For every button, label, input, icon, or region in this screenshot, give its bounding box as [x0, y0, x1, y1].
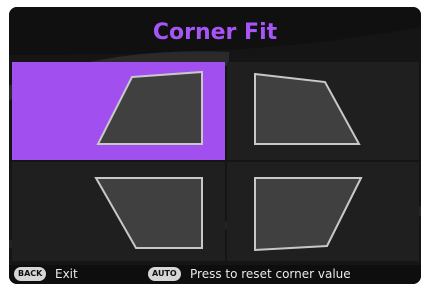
- corner-top-right[interactable]: [227, 62, 419, 160]
- page-title: Corner Fit: [152, 20, 278, 45]
- reset-hint-label: Press to reset corner value: [190, 267, 351, 281]
- corner-top-left[interactable]: [12, 62, 225, 160]
- corner-top-left-shape: [96, 70, 203, 145]
- corner-top-right-shape: [254, 72, 361, 145]
- auto-key-icon[interactable]: AUTO: [148, 267, 181, 281]
- back-key-icon[interactable]: BACK: [14, 267, 47, 281]
- corner-bottom-left-shape: [94, 177, 203, 249]
- corner-fit-osd-panel: Corner Fit BACK Exit AUTO Press to reset: [9, 7, 421, 284]
- footer-bar: BACK Exit AUTO Press to reset corner val…: [9, 265, 421, 284]
- corner-grid: [12, 62, 419, 261]
- corner-bottom-right[interactable]: [227, 162, 419, 261]
- corner-bottom-right-shape: [254, 177, 363, 252]
- exit-label: Exit: [55, 267, 78, 281]
- corner-bottom-left[interactable]: [12, 162, 225, 261]
